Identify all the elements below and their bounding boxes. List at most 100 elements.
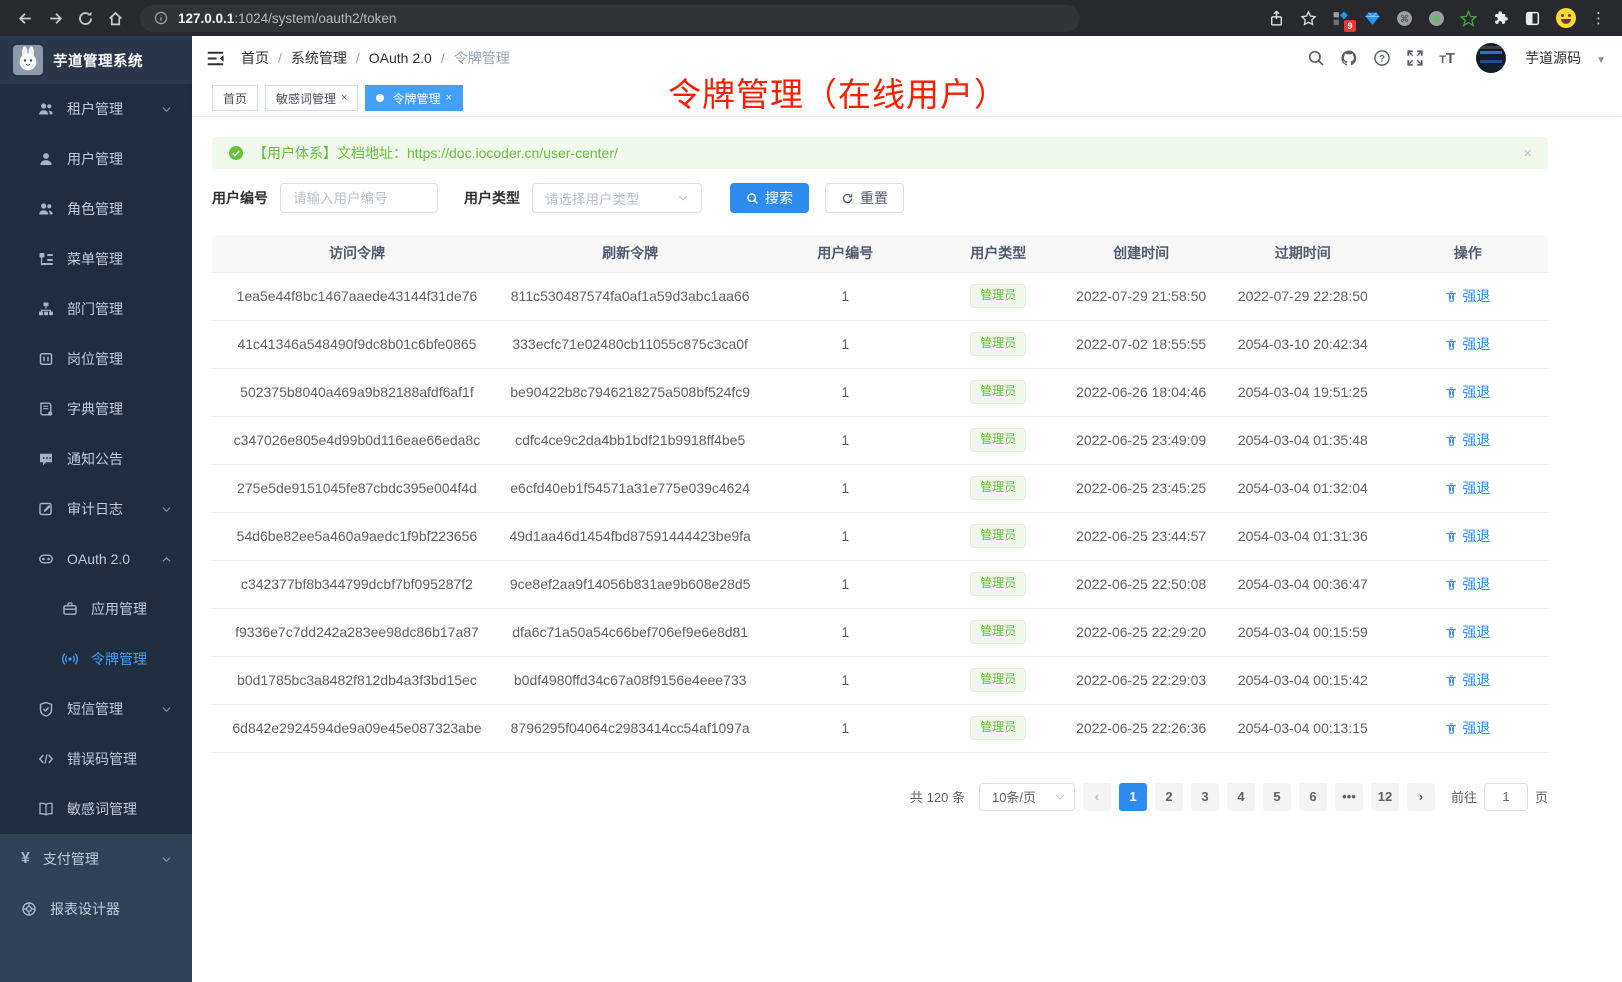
user-id-input[interactable] xyxy=(280,183,438,213)
tab-active[interactable]: 令牌管理× xyxy=(365,85,462,111)
force-logout-button[interactable]: 强退 xyxy=(1445,478,1490,498)
compass-icon xyxy=(21,901,37,917)
breadcrumb-item[interactable]: 系统管理 xyxy=(291,48,347,68)
sidebar-item[interactable]: 菜单管理 xyxy=(0,234,192,284)
cell-user-type: 管理员 xyxy=(932,608,1064,656)
cell-user-id: 1 xyxy=(758,320,932,368)
sidebar-toggle-icon[interactable] xyxy=(206,49,225,68)
profile-avatar-icon[interactable] xyxy=(1556,8,1576,28)
github-icon[interactable] xyxy=(1340,49,1358,67)
page-number-button[interactable]: 2 xyxy=(1155,783,1183,811)
extension-star-icon[interactable] xyxy=(1460,10,1477,27)
page-number-button[interactable]: 4 xyxy=(1227,783,1255,811)
browser-reload-icon[interactable] xyxy=(70,4,100,32)
page-number-button[interactable]: 3 xyxy=(1191,783,1219,811)
sidebar-item[interactable]: 字典管理 xyxy=(0,384,192,434)
bookmark-star-icon[interactable] xyxy=(1300,10,1317,27)
sidebar-item[interactable]: 敏感词管理 xyxy=(0,784,192,834)
breadcrumb-item[interactable]: 首页 xyxy=(241,48,269,68)
total-count: 共 120 条 xyxy=(910,787,965,806)
chevron-down-icon[interactable]: ▼ xyxy=(1596,55,1606,66)
sidebar-item[interactable]: 错误码管理 xyxy=(0,734,192,784)
page-number-button[interactable]: 12 xyxy=(1371,783,1399,811)
prev-page-button[interactable]: ‹ xyxy=(1083,783,1111,811)
sidebar-item[interactable]: 短信管理 xyxy=(0,684,192,734)
sidebar-item[interactable]: 部门管理 xyxy=(0,284,192,334)
force-logout-button[interactable]: 强退 xyxy=(1445,718,1490,738)
site-info-icon[interactable] xyxy=(154,11,168,25)
force-logout-button[interactable]: 强退 xyxy=(1445,526,1490,546)
chevron-down-icon xyxy=(161,104,172,115)
user-type-select[interactable]: 请选择用户类型 xyxy=(532,183,702,213)
goto-page-input[interactable] xyxy=(1484,783,1528,811)
extension-badge: 9 xyxy=(1344,20,1356,32)
extension-record-icon[interactable] xyxy=(1428,10,1445,27)
table-row: 6d842e2924594de9a09e45e087323abe8796295f… xyxy=(212,704,1548,752)
sidebar-item[interactable]: 审计日志 xyxy=(0,484,192,534)
fullscreen-icon[interactable] xyxy=(1406,49,1424,67)
chevron-up-icon xyxy=(161,554,172,565)
page-size-select[interactable]: 10条/页 xyxy=(979,783,1075,811)
extension-command-icon[interactable]: ⌘ xyxy=(1396,10,1413,27)
address-bar[interactable]: 127.0.0.1:1024/system/oauth2/token xyxy=(140,5,1080,32)
force-logout-button[interactable]: 强退 xyxy=(1445,622,1490,642)
alert-link[interactable]: https://doc.iocoder.cn/user-center/ xyxy=(407,145,618,161)
search-button[interactable]: 搜索 xyxy=(730,183,809,213)
split-view-icon[interactable] xyxy=(1524,10,1541,27)
force-logout-button[interactable]: 强退 xyxy=(1445,382,1490,402)
sidebar-item[interactable]: 令牌管理 xyxy=(0,634,192,684)
sidebar-item[interactable]: 角色管理 xyxy=(0,184,192,234)
browser-menu-icon[interactable]: ⋮ xyxy=(1591,9,1606,27)
sidebar-item[interactable]: 报表设计器 xyxy=(0,884,192,934)
sidebar-item[interactable]: OAuth 2.0 xyxy=(0,534,192,584)
breadcrumb-separator: / xyxy=(269,50,291,66)
breadcrumb-item[interactable]: 令牌管理 xyxy=(454,48,510,68)
cell-refresh-token: 811c530487574fa0af1a59d3abc1aa66 xyxy=(502,272,759,320)
page-ellipsis-button[interactable]: ••• xyxy=(1335,783,1363,811)
force-logout-label: 强退 xyxy=(1462,718,1490,738)
browser-forward-icon[interactable] xyxy=(40,4,70,32)
force-logout-button[interactable]: 强退 xyxy=(1445,286,1490,306)
table-row: 502375b8040a469a9b82188afdf6af1fbe90422b… xyxy=(212,368,1548,416)
force-logout-button[interactable]: 强退 xyxy=(1445,334,1490,354)
close-icon[interactable]: × xyxy=(445,93,451,104)
sidebar-item[interactable]: ¥支付管理 xyxy=(0,834,192,884)
column-header: 访问令牌 xyxy=(212,235,502,272)
browser-back-icon[interactable] xyxy=(10,4,40,32)
tab-item[interactable]: 首页 xyxy=(212,85,258,111)
sidebar-item[interactable]: 应用管理 xyxy=(0,584,192,634)
breadcrumb-item[interactable]: OAuth 2.0 xyxy=(369,50,432,66)
user-type-badge: 管理员 xyxy=(970,332,1026,356)
search-icon[interactable] xyxy=(1307,49,1325,67)
avatar[interactable] xyxy=(1476,43,1506,73)
goto-label: 前往 xyxy=(1451,787,1477,806)
sidebar-item[interactable]: 通知公告 xyxy=(0,434,192,484)
force-logout-button[interactable]: 强退 xyxy=(1445,430,1490,450)
browser-home-icon[interactable] xyxy=(100,4,130,32)
page-number-button[interactable]: 6 xyxy=(1299,783,1327,811)
trash-icon xyxy=(1445,386,1458,399)
search-icon xyxy=(746,192,759,205)
font-size-icon[interactable]: TT xyxy=(1439,50,1455,67)
cell-expires-at: 2054-03-04 01:32:04 xyxy=(1218,464,1388,512)
sidebar-menu: 租户管理用户管理角色管理菜单管理部门管理岗位管理字典管理通知公告审计日志OAut… xyxy=(0,84,192,982)
extensions-puzzle-icon[interactable] xyxy=(1492,10,1509,27)
sidebar-item-label: 敏感词管理 xyxy=(67,799,137,819)
close-icon[interactable]: × xyxy=(1523,145,1532,162)
page-number-button[interactable]: 5 xyxy=(1263,783,1291,811)
force-logout-button[interactable]: 强退 xyxy=(1445,574,1490,594)
tab-item[interactable]: 敏感词管理× xyxy=(265,85,358,111)
app-logo[interactable]: 芋道管理系统 xyxy=(0,36,192,84)
sidebar-item[interactable]: 租户管理 xyxy=(0,84,192,134)
extension-gem-icon[interactable] xyxy=(1364,10,1381,27)
force-logout-button[interactable]: 强退 xyxy=(1445,670,1490,690)
close-icon[interactable]: × xyxy=(341,93,347,104)
help-icon[interactable]: ? xyxy=(1373,49,1391,67)
next-page-button[interactable]: › xyxy=(1407,783,1435,811)
sidebar-item[interactable]: 用户管理 xyxy=(0,134,192,184)
sidebar-item[interactable]: 岗位管理 xyxy=(0,334,192,384)
extension-blocks-icon[interactable]: 9 xyxy=(1332,10,1349,27)
reset-button[interactable]: 重置 xyxy=(825,183,904,213)
share-icon[interactable] xyxy=(1268,10,1285,27)
page-number-button[interactable]: 1 xyxy=(1119,783,1147,811)
